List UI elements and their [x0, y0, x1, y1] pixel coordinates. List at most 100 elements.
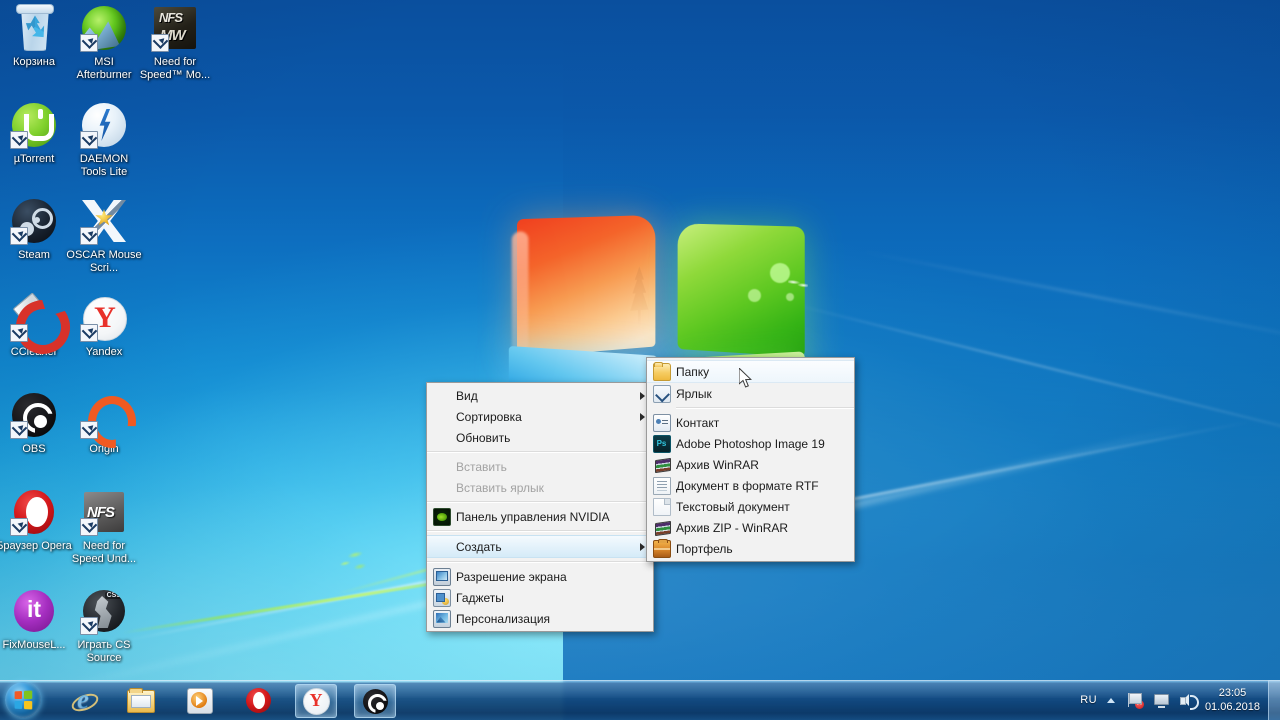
- rtf-document-icon: [652, 476, 671, 495]
- opera-icon: [245, 687, 271, 713]
- context-menu-item-new[interactable]: Создать: [427, 535, 653, 558]
- action-center-flag-icon[interactable]: [1127, 692, 1144, 709]
- icon-label: Need for Speed™ Mo...: [139, 56, 211, 81]
- submenu-item-winrar-archive[interactable]: Архив WinRAR: [647, 454, 854, 475]
- context-menu-item-gadgets[interactable]: Гаджеты: [427, 587, 653, 608]
- desktop-icon-opera[interactable]: Браузер Opera: [0, 488, 72, 553]
- context-menu-item-paste: Вставить: [427, 456, 653, 477]
- show-desktop-button[interactable]: [1268, 680, 1280, 720]
- shortcut-arrow-icon: [80, 421, 98, 439]
- context-menu-item-view[interactable]: Вид: [427, 385, 653, 406]
- taskbar-button-internet-explorer[interactable]: [63, 683, 103, 716]
- desktop-icon-nfs-most-wanted[interactable]: MW Need for Speed™ Mo...: [137, 4, 213, 82]
- context-menu-item-nvidia-control-panel[interactable]: Панель управления NVIDIA: [427, 506, 653, 527]
- shortcut-arrow-icon: [80, 324, 98, 342]
- taskbar-button-yandex-browser[interactable]: [295, 684, 337, 718]
- icon-label: Steam: [18, 249, 50, 261]
- submenu-item-briefcase[interactable]: Портфель: [647, 538, 854, 559]
- clock[interactable]: 23:05 01.06.2018: [1205, 686, 1260, 714]
- briefcase-icon: [652, 538, 671, 558]
- menu-item-label: Портфель: [676, 541, 733, 556]
- menu-separator: [427, 561, 653, 563]
- taskbar-button-obs[interactable]: [354, 684, 396, 718]
- windows-flag-icon: [14, 690, 33, 710]
- yandex-icon: [302, 687, 330, 715]
- menu-icon-slot: [647, 433, 676, 454]
- clock-time: 23:05: [1218, 687, 1247, 699]
- desktop-icon-obs[interactable]: OBS: [0, 391, 72, 456]
- origin-icon: [80, 391, 128, 439]
- media-player-icon: [187, 687, 213, 714]
- photoshop-icon: [652, 434, 671, 453]
- menu-icon-slot: [427, 385, 456, 406]
- context-menu-item-sort[interactable]: Сортировка: [427, 406, 653, 427]
- menu-icon-slot: [647, 454, 676, 475]
- desktop-icon-nfs-underground[interactable]: Need for Speed Und...: [66, 488, 142, 566]
- menu-item-label: Контакт: [676, 415, 720, 430]
- taskbar-button-opera[interactable]: [238, 684, 278, 716]
- shortcut-arrow-icon: [80, 227, 98, 245]
- taskbar-button-windows-explorer[interactable]: [121, 684, 161, 716]
- shortcut-arrow-icon: [80, 131, 98, 149]
- daemon-tools-icon: [80, 101, 128, 149]
- menu-item-label: Папку: [676, 364, 710, 379]
- shortcut-arrow-icon: [80, 617, 98, 635]
- network-icon[interactable]: [1153, 692, 1170, 709]
- contact-icon: [652, 413, 671, 432]
- desktop-icon-utorrent[interactable]: µTorrent: [0, 101, 72, 166]
- shortcut-arrow-icon: [10, 518, 28, 536]
- submenu-item-shortcut[interactable]: Ярлык: [647, 383, 854, 404]
- desktop-icon-recycle-bin[interactable]: Корзина: [0, 4, 72, 69]
- bubble: [786, 293, 794, 301]
- menu-item-label: Adobe Photoshop Image 19: [676, 436, 825, 451]
- desktop-icon-origin[interactable]: Origin: [66, 391, 142, 456]
- alert-badge-icon: [1134, 698, 1144, 709]
- desktop-icon-msi-afterburner[interactable]: MSI Afterburner: [66, 4, 142, 82]
- shortcut-icon: [652, 384, 671, 403]
- desktop-icon-oscar-mouse[interactable]: OSCAR Mouse Scri...: [66, 197, 142, 275]
- menu-separator: [427, 530, 653, 532]
- taskbar-button-windows-media-player[interactable]: [180, 684, 220, 716]
- submenu-item-contact[interactable]: Контакт: [647, 412, 854, 433]
- submenu-item-folder[interactable]: Папку: [647, 360, 854, 383]
- new-item-submenu[interactable]: Папку Ярлык Контакт Adobe Photoshop Imag…: [646, 357, 855, 562]
- desktop-icon-yandex[interactable]: Yandex: [66, 294, 142, 359]
- language-indicator[interactable]: RU: [1080, 694, 1097, 706]
- start-button[interactable]: [5, 682, 41, 718]
- recycle-bin-icon: [10, 4, 58, 52]
- menu-icon-slot: [647, 412, 676, 433]
- menu-item-label: Сортировка: [456, 409, 522, 424]
- desktop-icon-fixmouse[interactable]: FixMouseL...: [0, 587, 72, 652]
- opera-icon: [10, 488, 58, 536]
- desktop-icon-daemon-tools[interactable]: DAEMON Tools Lite: [66, 101, 142, 179]
- submenu-item-rtf-document[interactable]: Документ в формате RTF: [647, 475, 854, 496]
- nfs-most-wanted-icon: MW: [151, 4, 199, 52]
- context-menu-item-screen-resolution[interactable]: Разрешение экрана: [427, 566, 653, 587]
- context-menu-item-refresh[interactable]: Обновить: [427, 427, 653, 448]
- chevron-right-icon: [640, 412, 645, 421]
- chevron-right-icon: [640, 391, 645, 400]
- icon-label: Браузер Opera: [0, 540, 72, 552]
- show-hidden-icons-icon[interactable]: [1106, 697, 1115, 703]
- submenu-item-photoshop-image[interactable]: Adobe Photoshop Image 19: [647, 433, 854, 454]
- desktop-icon-counter-strike-source[interactable]: CSS Играть CS Source: [66, 587, 142, 665]
- menu-separator: [427, 501, 653, 503]
- menu-icon-slot: [427, 536, 456, 557]
- logo-pane-green-top: [677, 223, 805, 358]
- menu-item-label: Вид: [456, 388, 478, 403]
- submenu-item-zip-archive[interactable]: Архив ZIP - WinRAR: [647, 517, 854, 538]
- context-menu-item-personalization[interactable]: Персонализация: [427, 608, 653, 629]
- folder-icon: [652, 361, 671, 381]
- desktop-icon-ccleaner[interactable]: CCleaner: [0, 294, 72, 359]
- menu-icon-slot: [427, 456, 456, 477]
- volume-icon[interactable]: [1179, 692, 1199, 710]
- menu-icon-slot: [427, 406, 456, 427]
- shortcut-arrow-icon: [151, 34, 169, 52]
- ccleaner-icon: [10, 294, 58, 342]
- chevron-right-icon: [640, 542, 645, 551]
- desktop-icon-steam[interactable]: Steam: [0, 197, 72, 262]
- fixmouse-icon: [10, 587, 58, 635]
- submenu-item-text-document[interactable]: Текстовый документ: [647, 496, 854, 517]
- menu-icon-slot: [427, 477, 456, 498]
- desktop-context-menu[interactable]: Вид Сортировка Обновить Вставить Вставит…: [426, 382, 654, 632]
